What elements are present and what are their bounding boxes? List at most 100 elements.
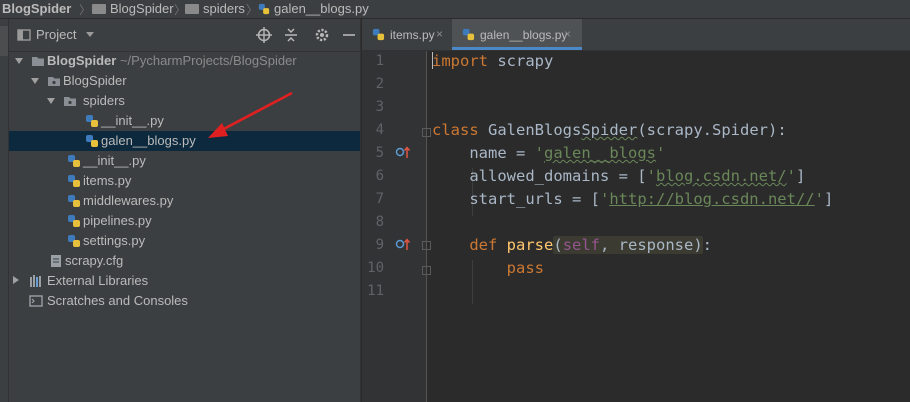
code-string-quote: ' <box>655 144 666 162</box>
expand-arrow-icon[interactable] <box>13 276 19 284</box>
tree-label: middlewares.py <box>83 193 174 208</box>
collapse-all-icon[interactable] <box>281 25 301 45</box>
tree-label: galen__blogs.py <box>101 133 196 148</box>
breadcrumb-item-file[interactable]: galen__blogs.py <box>258 1 369 17</box>
fold-icon[interactable] <box>422 266 431 275</box>
gear-icon[interactable] <box>312 25 332 45</box>
tree-root-name: BlogSpider <box>47 53 117 68</box>
breadcrumb-item-project[interactable]: BlogSpider <box>2 1 71 17</box>
tree-label: BlogSpider ~/PycharmProjects/BlogSpider <box>47 53 297 68</box>
tree-label: __init__.py <box>83 153 146 168</box>
code-text: ( <box>553 236 563 254</box>
python-file-icon <box>372 28 385 41</box>
tree-label: spiders <box>83 93 125 108</box>
breadcrumb-item-spiders[interactable]: spiders <box>185 1 245 17</box>
line-number: 7 <box>375 191 384 207</box>
parameter-list: (self, response) <box>553 236 703 254</box>
fold-icon[interactable] <box>422 241 431 250</box>
code-string: blog.csdn.net/ <box>655 167 787 185</box>
code-keyword: class <box>432 121 479 139</box>
tree-row-pipelines[interactable]: pipelines.py <box>9 211 360 231</box>
breadcrumb-item-package[interactable]: BlogSpider <box>92 1 174 17</box>
locate-icon[interactable] <box>254 25 274 45</box>
code-line-9: def parse(self, response): <box>432 236 712 254</box>
code-text: start_urls = [ <box>432 190 600 208</box>
tab-label: items.py <box>390 28 435 42</box>
chevron-down-icon[interactable] <box>86 32 94 37</box>
code-line-1: import scrapy <box>432 52 553 70</box>
breadcrumb-label: BlogSpider <box>110 1 174 16</box>
python-file-icon <box>258 3 270 15</box>
code-line-10: pass <box>432 259 544 277</box>
tree-row-external-libraries[interactable]: External Libraries <box>9 271 360 291</box>
line-number: 6 <box>375 168 384 184</box>
function-name: parse <box>506 236 554 254</box>
tree-row-package[interactable]: BlogSpider <box>9 71 360 91</box>
libraries-icon <box>30 275 41 287</box>
self-param: self <box>562 236 601 254</box>
code-text: , response) <box>600 236 703 254</box>
line-number: 9 <box>375 237 384 253</box>
python-file-icon <box>68 215 80 227</box>
tree-row-scratches[interactable]: Scratches and Consoles <box>9 291 360 311</box>
tree-row-settings[interactable]: settings.py <box>9 231 360 251</box>
tree-root-path: ~/PycharmProjects/BlogSpider <box>119 53 297 68</box>
breadcrumb-label: galen__blogs.py <box>274 1 369 16</box>
minimize-icon[interactable] <box>339 25 359 45</box>
breadcrumb-separator-icon: 〉 <box>246 3 259 17</box>
tree-row-items[interactable]: items.py <box>9 171 360 191</box>
project-view-selector[interactable]: Project <box>36 27 76 42</box>
class-name-typo: Spider <box>581 121 638 139</box>
code-line-6: allowed_domains = ['blog.csdn.net/'] <box>432 167 805 185</box>
line-number: 1 <box>375 53 384 69</box>
code-text: ] <box>823 190 834 208</box>
python-file-icon <box>462 28 475 41</box>
project-tool-window-button[interactable] <box>0 26 8 56</box>
python-file-icon <box>86 115 98 127</box>
override-method-icon[interactable] <box>395 237 411 251</box>
code-text: scrapy <box>488 52 554 70</box>
code-line-5: name = 'galen__blogs' <box>432 144 665 162</box>
python-file-icon <box>86 135 98 147</box>
folder-icon <box>64 97 76 106</box>
close-tab-icon[interactable]: × <box>436 27 443 41</box>
tree-row-middlewares[interactable]: middlewares.py <box>9 191 360 211</box>
tree-row-root[interactable]: BlogSpider ~/PycharmProjects/BlogSpider <box>9 51 360 71</box>
expand-arrow-icon[interactable] <box>15 58 23 64</box>
fold-icon[interactable] <box>422 128 431 137</box>
tab-items-py[interactable]: items.py × <box>364 19 452 50</box>
code-string-quote: ' <box>599 190 610 208</box>
expand-arrow-icon[interactable] <box>47 98 55 104</box>
tree-row-init-spiders[interactable]: __init__.py <box>9 111 360 131</box>
line-number: 4 <box>375 122 384 138</box>
line-number: 3 <box>375 99 384 115</box>
config-file-icon <box>51 255 61 267</box>
code-string-quote: ' <box>534 144 544 162</box>
tree-label: pipelines.py <box>83 213 152 228</box>
breadcrumb-separator-icon: 〉 <box>79 3 92 17</box>
override-method-icon[interactable] <box>395 145 411 159</box>
code-keyword: pass <box>506 259 544 277</box>
line-number: 2 <box>375 76 384 92</box>
line-number: 11 <box>367 283 384 299</box>
code-url-string[interactable]: http://blog.csdn.net// <box>609 190 814 208</box>
tree-row-scrapy-cfg[interactable]: scrapy.cfg <box>9 251 360 271</box>
tree-row-spiders[interactable]: spiders <box>9 91 360 111</box>
tree-row-galen-blogs[interactable]: galen__blogs.py <box>9 131 360 151</box>
code-editor[interactable] <box>362 51 910 402</box>
tab-label: galen__blogs.py <box>480 28 568 42</box>
tree-row-init-package[interactable]: __init__.py <box>9 151 360 171</box>
code-string-quote: ' <box>814 190 824 208</box>
line-number: 5 <box>375 145 384 161</box>
code-text: (scrapy.Spider): <box>637 121 787 139</box>
expand-arrow-icon[interactable] <box>31 78 39 84</box>
project-view-icon <box>17 29 31 41</box>
tree-label: External Libraries <box>47 273 149 288</box>
breadcrumb-label: spiders <box>203 1 245 16</box>
close-tab-icon[interactable]: × <box>564 27 571 41</box>
tab-galen-blogs-py[interactable]: galen__blogs.py × <box>452 19 582 50</box>
